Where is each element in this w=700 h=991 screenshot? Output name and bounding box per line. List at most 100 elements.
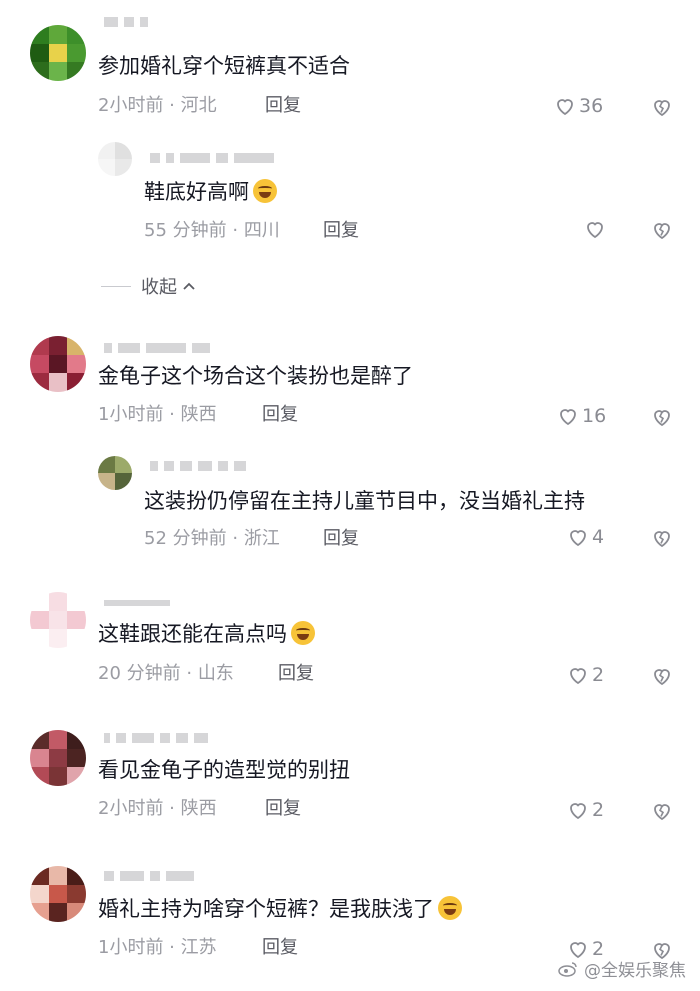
collapse-replies-button[interactable]: 收起 — [101, 273, 197, 299]
avatar[interactable] — [30, 25, 86, 81]
avatar-pixel — [67, 629, 86, 648]
avatar-pixel — [48, 629, 68, 648]
avatar-pixel — [98, 159, 115, 176]
avatar-pixel — [67, 884, 86, 904]
watermark-text: @全娱乐聚焦 — [584, 961, 686, 981]
avatar-pixel — [30, 610, 49, 630]
like-count: 4 — [592, 526, 605, 548]
heart-icon — [570, 803, 586, 820]
collapse-label: 收起 — [141, 277, 177, 298]
username-blurred[interactable] — [150, 152, 274, 164]
comment-text-content: 婚礼主持为啥穿个短裤？是我肤浅了 — [98, 897, 434, 921]
avatar[interactable] — [30, 730, 86, 786]
broken-heart-icon[interactable] — [650, 799, 674, 823]
heart-icon — [570, 668, 586, 685]
broken-heart-icon[interactable] — [650, 218, 674, 242]
avatar[interactable] — [30, 866, 86, 922]
avatar-pixel — [115, 142, 132, 159]
avatar-pixel — [48, 354, 68, 374]
avatar-pixel — [48, 373, 68, 392]
comment-time: 1小时前 — [98, 937, 164, 958]
comment-text: 婚礼主持为啥穿个短裤？是我肤浅了 — [98, 895, 462, 923]
comment-location: 山东 — [197, 663, 234, 684]
avatar-pixel — [48, 610, 68, 630]
like-button[interactable]: 16 — [556, 403, 606, 429]
avatar-pixel — [98, 142, 115, 159]
reply-button[interactable]: 回复 — [262, 936, 298, 960]
comment-location: 江苏 — [180, 937, 217, 958]
avatar-pixel — [115, 456, 132, 473]
avatar-pixel — [30, 592, 49, 611]
reply-button[interactable]: 回复 — [323, 527, 359, 551]
reply-time: 55 分钟前 — [144, 220, 227, 241]
avatar-pixel — [30, 373, 49, 392]
comment-text: 金龟子这个场合这个装扮也是醉了 — [98, 364, 413, 388]
comment-location: 陕西 — [180, 404, 217, 425]
comment-meta: 1小时前 · 陕西 — [98, 404, 217, 425]
avatar-pixel — [67, 373, 86, 392]
avatar-pixel — [48, 730, 68, 749]
avatar-pixel — [48, 866, 68, 885]
comment-location: 陕西 — [180, 798, 217, 819]
heart-icon — [557, 99, 573, 116]
comment-text: 看见金龟子的造型觉的别扭 — [98, 758, 350, 782]
grin-emoji — [438, 896, 462, 920]
heart-icon — [560, 409, 576, 426]
avatar-pixel — [30, 866, 49, 885]
avatar-pixel — [30, 62, 49, 81]
broken-heart-icon[interactable] — [650, 664, 674, 688]
reply-button[interactable]: 回复 — [323, 219, 359, 243]
like-button[interactable] — [583, 216, 607, 242]
like-button[interactable]: 4 — [566, 524, 604, 550]
like-button[interactable]: 2 — [566, 797, 604, 823]
reply-button[interactable]: 回复 — [262, 403, 298, 427]
avatar-pixel — [115, 159, 132, 176]
reply-button[interactable]: 回复 — [278, 662, 314, 686]
avatar-pixel — [98, 473, 115, 490]
avatar-pixel — [67, 62, 86, 81]
comment-meta: 2小时前 · 陕西 — [98, 798, 217, 819]
avatar[interactable] — [30, 336, 86, 392]
like-count: 36 — [579, 95, 604, 117]
avatar-pixel — [98, 456, 115, 473]
cry-laugh-emoji — [291, 621, 315, 645]
reply-location: 四川 — [243, 220, 280, 241]
username-blurred[interactable] — [150, 460, 246, 472]
broken-heart-icon[interactable] — [650, 405, 674, 429]
avatar-pixel — [67, 903, 86, 922]
avatar[interactable] — [30, 592, 86, 648]
reply-location: 浙江 — [243, 528, 280, 549]
heart-icon — [587, 222, 603, 239]
username-blurred[interactable] — [104, 16, 148, 28]
reply-text: 鞋底好高啊 — [144, 178, 277, 206]
avatar[interactable] — [98, 142, 132, 176]
avatar-pixel — [30, 629, 49, 648]
broken-heart-icon[interactable] — [650, 95, 674, 119]
avatar-pixel — [67, 592, 86, 611]
avatar-pixel — [48, 903, 68, 922]
comment-meta: 1小时前 · 江苏 — [98, 937, 217, 958]
like-button[interactable]: 36 — [553, 93, 603, 119]
avatar-pixel — [30, 903, 49, 922]
avatar[interactable] — [98, 456, 132, 490]
avatar-pixel — [67, 610, 86, 630]
avatar-pixel — [48, 336, 68, 355]
username-blurred[interactable] — [104, 870, 194, 882]
avatar-pixel — [30, 25, 49, 44]
reply-button[interactable]: 回复 — [265, 797, 301, 821]
like-button[interactable]: 2 — [566, 662, 604, 688]
reply-text: 这装扮仍停留在主持儿童节目中，没当婚礼主持 — [144, 489, 585, 513]
comment-time: 2小时前 — [98, 95, 164, 116]
broken-heart-icon[interactable] — [650, 526, 674, 550]
reply-button[interactable]: 回复 — [265, 94, 301, 118]
rofl-emoji — [253, 179, 277, 203]
avatar-pixel — [48, 592, 68, 611]
username-blurred[interactable] — [104, 732, 208, 744]
username-blurred[interactable] — [104, 597, 170, 609]
username-blurred[interactable] — [104, 342, 210, 354]
avatar-pixel — [67, 866, 86, 885]
weibo-icon — [558, 961, 577, 977]
avatar-pixel — [48, 62, 68, 81]
comment-meta: 2小时前 · 河北 — [98, 95, 217, 116]
avatar-pixel — [67, 354, 86, 374]
